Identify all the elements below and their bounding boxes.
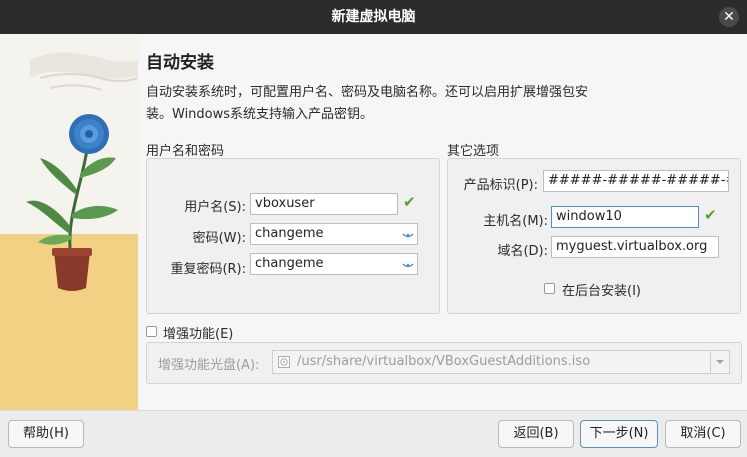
additions-checkbox[interactable] [146,326,157,337]
button-bar: 帮助(H) 返回(B) 下一步(N) 取消(C) [0,410,747,457]
description-line-1: 自动安装系统时，可配置用户名、密码及电脑名称。还可以启用扩展增强包安 [146,85,589,100]
domain-label: 域名(D): [497,244,548,259]
close-icon[interactable]: ✕ [719,7,739,27]
repeat-password-value: changeme [255,256,324,271]
additions-iso-label: 增强功能光盘(A): [158,358,260,373]
wizard-content: 自动安装 自动安装系统时，可配置用户名、密码及电脑名称。还可以启用扩展增强包安 … [0,34,747,410]
hostname-label: 主机名(M): [483,214,548,229]
plant-illustration [0,34,138,410]
next-button[interactable]: 下一步(N) [580,420,658,448]
repeat-password-field[interactable]: changeme [250,253,418,275]
help-button[interactable]: 帮助(H) [8,420,84,448]
eye-icon[interactable] [402,261,414,269]
hostname-field[interactable]: window10 [551,206,699,228]
domain-field[interactable]: myguest.virtualbox.org [551,236,719,258]
page-description: 自动安装系统时，可配置用户名、密码及电脑名称。还可以启用扩展增强包安 装。Win… [146,82,686,126]
window-title: 新建虚拟电脑 [331,9,416,25]
product-key-label: 产品标识(P): [463,178,538,193]
password-value: changeme [255,226,324,241]
additions-label[interactable]: 增强功能(E) [163,323,233,342]
product-key-field[interactable]: #####-#####-#####-### [543,170,729,192]
title-bar: 新建虚拟电脑 ✕ [0,0,747,34]
username-label: 用户名(S): [184,200,246,215]
disc-icon [278,356,290,368]
user-group-title: 用户名和密码 [146,144,225,159]
back-button[interactable]: 返回(B) [498,420,574,448]
background-install-checkbox[interactable] [544,283,555,294]
chevron-down-icon[interactable] [710,351,729,373]
username-field[interactable]: vboxuser [250,193,398,215]
password-field[interactable]: changeme [250,223,418,245]
additions-iso-path: /usr/share/virtualbox/VBoxGuestAdditions… [297,354,591,369]
page-heading: 自动安装 [146,53,214,73]
repeat-password-label: 重复密码(R): [170,262,246,277]
other-group-title: 其它选项 [447,144,500,159]
checkmark-icon: ✔ [704,206,717,224]
cancel-button[interactable]: 取消(C) [665,420,741,448]
eye-icon[interactable] [402,231,414,239]
background-install-label[interactable]: 在后台安装(I) [562,280,641,299]
additions-iso-combo[interactable]: /usr/share/virtualbox/VBoxGuestAdditions… [272,350,730,374]
description-line-2: 装。Windows系统支持输入产品密钥。 [146,107,374,122]
checkmark-icon: ✔ [403,193,416,211]
password-label: 密码(W): [192,231,246,246]
